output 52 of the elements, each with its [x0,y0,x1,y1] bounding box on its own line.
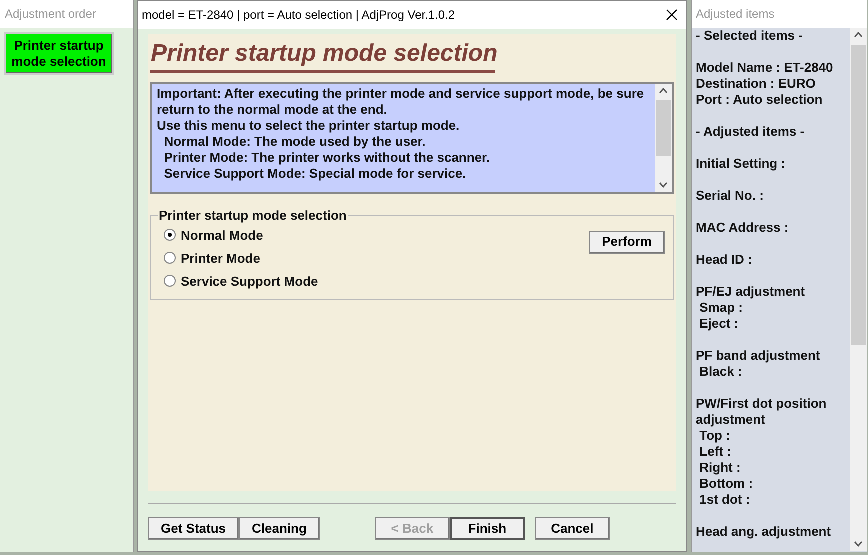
adjusted-item-text: Head ID : [696,252,754,268]
scrollbar[interactable] [850,28,867,551]
scroll-thumb[interactable] [656,100,671,156]
adjusted-item-text: 1st dot : [698,492,752,508]
dialog-button[interactable]: Get Status [148,517,240,540]
adjusted-item-text: Destination : EURO [696,76,817,92]
adjusted-item-text: Initial Setting : [696,156,787,172]
dialog-button[interactable]: Cleaning [239,517,320,540]
close-icon[interactable] [666,9,678,21]
scroll-down-icon[interactable] [854,541,863,547]
window-title: Adjusted items [692,0,867,28]
window-title: model = ET-2840 | port = Auto selection | AdjProg Ver.1.0.2 [142,7,456,24]
info-text: Normal Mode: The mode used by the user. [163,134,427,150]
perform-button[interactable]: Perform [589,230,665,254]
adjusted-item-text: Eject : [698,316,740,332]
adjusted-item-text: PW/First dot position adjustment [696,396,828,428]
info-text: Use this menu to select the printer startup mode. [157,118,461,134]
radio-option[interactable]: Normal Mode [164,226,264,244]
adjusted-item-text: PF/EJ adjustment [696,284,806,300]
adjusted-item-text: Right : [698,460,742,476]
info-text: Printer Mode: The printer works without the scanner. [163,150,492,166]
radio-button[interactable] [164,275,176,287]
group-legend: Printer startup mode selection [158,206,348,226]
adjusted-item-text: Smap : [698,300,744,316]
adjustment-item[interactable]: Printer startup mode selection [4,32,114,75]
adjusted-item-text: PF band adjustment [696,348,822,364]
adjusted-item-text: MAC Address : [696,220,790,236]
info-text: Important: After executing the printer mode and service support mode, be sure return to the normal mode at the end. [157,86,646,118]
adjusted-item-text: Serial No. : [696,188,765,204]
dialog-button[interactable]: Cancel [534,517,610,540]
adjusted-item-text: Top : [698,428,732,444]
dialog-button[interactable]: Finish [450,517,525,540]
adjusted-item-text: Head ang. adjustment [696,524,832,540]
radio-option[interactable]: Service Support Mode [164,272,318,290]
adjusted-item-text: Black : [698,364,744,380]
adjusted-item-text: Bottom : [698,476,754,492]
scroll-up-icon[interactable] [659,88,668,94]
scroll-down-icon[interactable] [659,182,668,188]
adjusted-item-text: - Selected items - [696,28,804,44]
page-heading: Printer startup mode selection [151,40,498,67]
adjusted-item-text: Port : Auto selection [696,92,824,108]
scroll-thumb[interactable] [851,45,866,345]
adjusted-item-text: Model Name : ET-2840 [696,60,834,76]
radio-button[interactable] [164,252,176,264]
radio-option[interactable]: Printer Mode [164,250,260,266]
adjusted-item-text: Left : [698,444,732,460]
scroll-up-icon[interactable] [854,32,863,38]
radio-button[interactable] [164,229,176,241]
window-title: Adjustment order [0,0,133,28]
info-text: Service Support Mode: Special mode for service. [163,166,468,182]
adjusted-item-text: - Adjusted items - [696,124,806,140]
scrollbar[interactable] [655,84,672,192]
